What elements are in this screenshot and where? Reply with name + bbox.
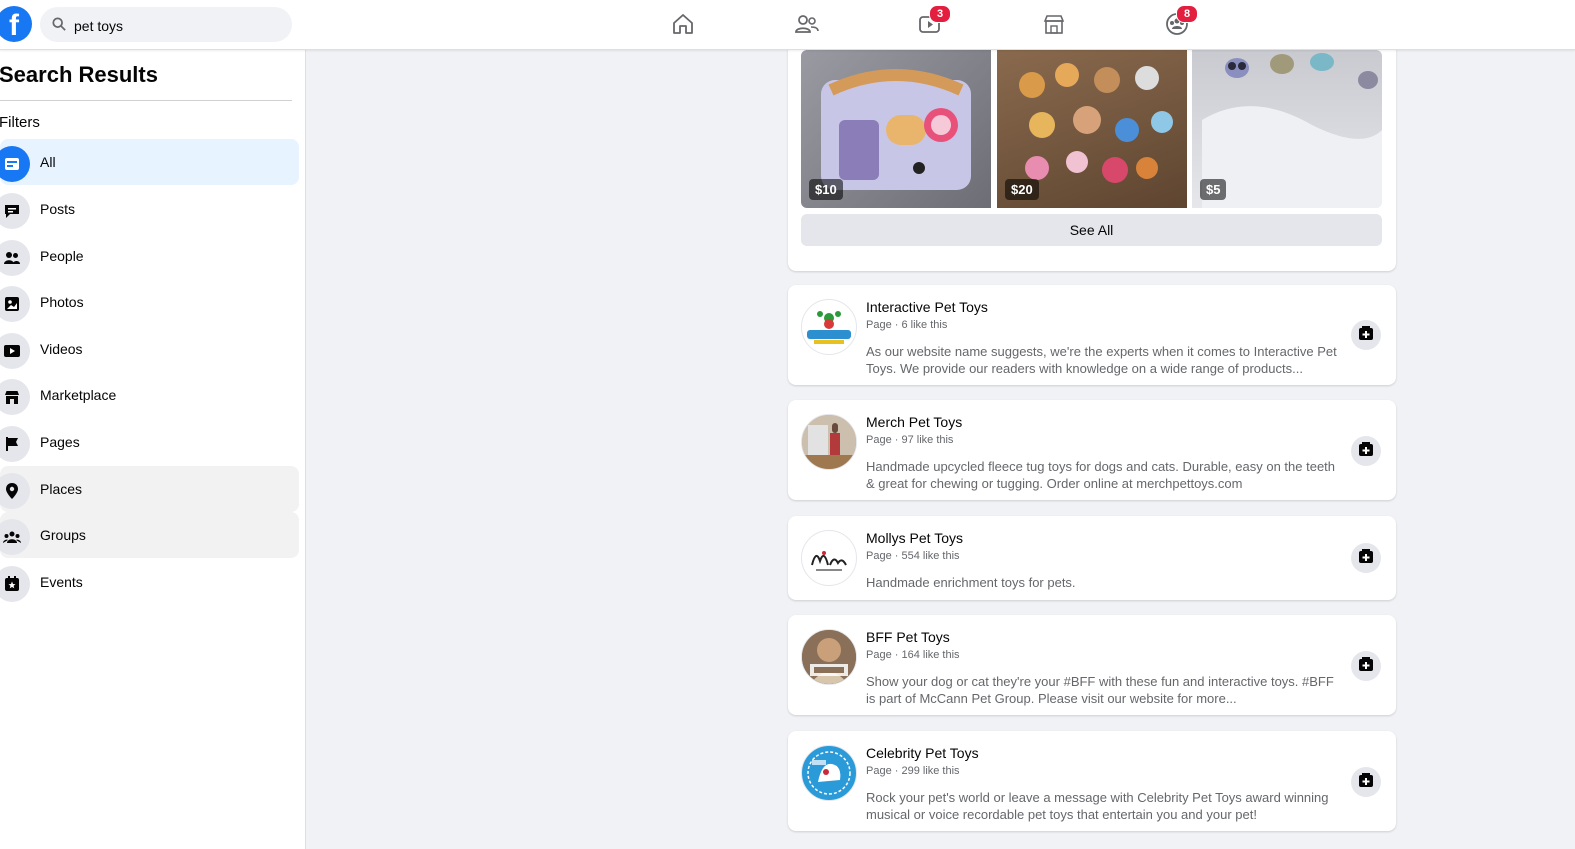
like-page-icon bbox=[1358, 548, 1374, 569]
see-all-button[interactable]: See All bbox=[801, 214, 1382, 246]
page-description: Handmade upcycled fleece tug toys for do… bbox=[866, 459, 1336, 491]
avatar[interactable] bbox=[801, 414, 857, 470]
filter-label: Events bbox=[40, 574, 83, 590]
top-navigation-bar: f 3 8 bbox=[0, 0, 1575, 50]
nav-home[interactable] bbox=[668, 9, 698, 39]
page-meta: Page · 97 like this bbox=[866, 434, 954, 446]
listing-price: $5 bbox=[1200, 179, 1227, 200]
filter-label: People bbox=[40, 248, 84, 264]
nav-marketplace[interactable] bbox=[1039, 9, 1069, 39]
videos-icon bbox=[0, 333, 30, 369]
like-page-icon bbox=[1358, 656, 1374, 677]
like-page-button[interactable] bbox=[1351, 320, 1381, 350]
page-description: Show your dog or cat they're your #BFF w… bbox=[866, 674, 1334, 706]
filter-videos[interactable]: Videos bbox=[0, 326, 299, 372]
page-name[interactable]: Merch Pet Toys bbox=[866, 414, 962, 430]
listing-price: $10 bbox=[809, 179, 843, 200]
search-filters-sidebar: Search Results Filters All Posts People … bbox=[0, 50, 306, 849]
celebrity-pet-toys-logo bbox=[803, 747, 855, 799]
bff-pet-toys-photo bbox=[802, 630, 856, 684]
like-page-icon bbox=[1358, 441, 1374, 462]
photos-icon bbox=[0, 286, 30, 322]
page-description: Handmade enrichment toys for pets. bbox=[866, 575, 1076, 590]
like-page-button[interactable] bbox=[1351, 767, 1381, 797]
page-result-card[interactable]: Celebrity Pet Toys Page · 299 like this … bbox=[788, 731, 1396, 831]
filter-pages[interactable]: Pages bbox=[0, 419, 299, 465]
like-page-button[interactable] bbox=[1351, 436, 1381, 466]
page-meta: Page · 554 like this bbox=[866, 550, 960, 562]
filter-label: Marketplace bbox=[40, 387, 117, 403]
search-box[interactable] bbox=[40, 7, 292, 44]
search-input[interactable] bbox=[72, 7, 286, 44]
avatar[interactable] bbox=[801, 745, 857, 801]
marketplace-results-card: $10 $20 $5 See All bbox=[788, 40, 1396, 271]
page-name[interactable]: BFF Pet Toys bbox=[866, 629, 950, 645]
avatar[interactable] bbox=[801, 530, 857, 586]
page-meta: Page · 6 like this bbox=[866, 319, 948, 331]
people-icon bbox=[0, 240, 30, 276]
page-name[interactable]: Celebrity Pet Toys bbox=[866, 745, 979, 761]
friends-icon bbox=[792, 12, 822, 36]
pages-icon bbox=[0, 426, 30, 462]
filter-marketplace[interactable]: Marketplace bbox=[0, 372, 299, 418]
store-icon bbox=[1039, 12, 1069, 36]
like-page-icon bbox=[1358, 325, 1374, 346]
filter-all[interactable]: All bbox=[0, 139, 299, 185]
nav-friends[interactable] bbox=[792, 9, 822, 39]
avatar[interactable] bbox=[801, 299, 857, 355]
marketplace-listing[interactable]: $10 bbox=[801, 50, 991, 208]
facebook-logo[interactable]: f bbox=[0, 6, 32, 42]
marketplace-icon bbox=[0, 379, 30, 415]
filter-label: Videos bbox=[40, 341, 83, 357]
listing-price: $20 bbox=[1005, 179, 1039, 200]
filter-label: Photos bbox=[40, 294, 84, 310]
mollys-pet-toys-logo bbox=[811, 551, 847, 571]
page-description: As our website name suggests, we're the … bbox=[866, 344, 1337, 376]
page-result-card[interactable]: Merch Pet Toys Page · 97 like this Handm… bbox=[788, 400, 1396, 500]
page-description: Rock your pet's world or leave a message… bbox=[866, 790, 1329, 822]
interactive-pet-toys-logo bbox=[807, 311, 851, 344]
nav-watch[interactable]: 3 bbox=[915, 5, 951, 39]
filter-label: Posts bbox=[40, 201, 76, 217]
filter-people[interactable]: People bbox=[0, 233, 299, 279]
posts-icon bbox=[0, 193, 30, 229]
watch-notification-badge: 3 bbox=[929, 5, 951, 23]
page-name[interactable]: Mollys Pet Toys bbox=[866, 530, 963, 546]
like-page-icon bbox=[1358, 772, 1374, 793]
filter-label: All bbox=[40, 154, 56, 170]
filter-label: Places bbox=[40, 481, 83, 497]
nav-groups[interactable]: 8 bbox=[1162, 5, 1198, 39]
filter-posts[interactable]: Posts bbox=[0, 186, 299, 232]
marketplace-listing[interactable]: $5 bbox=[1192, 50, 1382, 208]
home-icon bbox=[668, 12, 698, 36]
divider bbox=[0, 100, 292, 101]
all-icon bbox=[0, 146, 30, 182]
filter-groups[interactable]: Groups bbox=[0, 512, 299, 558]
avatar[interactable] bbox=[801, 629, 857, 685]
filter-events[interactable]: Events bbox=[0, 559, 299, 605]
marketplace-listing[interactable]: $20 bbox=[997, 50, 1187, 208]
page-name[interactable]: Interactive Pet Toys bbox=[866, 299, 988, 315]
groups-icon bbox=[0, 519, 30, 555]
filter-label: Pages bbox=[40, 434, 80, 450]
filters-heading: Filters bbox=[0, 114, 40, 131]
like-page-button[interactable] bbox=[1351, 651, 1381, 681]
merch-pet-toys-photo bbox=[802, 415, 856, 469]
page-result-card[interactable]: BFF Pet Toys Page · 164 like this Show y… bbox=[788, 615, 1396, 715]
page-result-card[interactable]: Interactive Pet Toys Page · 6 like this … bbox=[788, 285, 1396, 385]
like-page-button[interactable] bbox=[1351, 543, 1381, 573]
filter-places[interactable]: Places bbox=[0, 466, 299, 512]
filter-photos[interactable]: Photos bbox=[0, 279, 299, 325]
page-title: Search Results bbox=[0, 62, 158, 87]
search-icon bbox=[52, 17, 66, 36]
page-meta: Page · 299 like this bbox=[866, 765, 960, 777]
groups-notification-badge: 8 bbox=[1176, 5, 1198, 23]
page-meta: Page · 164 like this bbox=[866, 649, 960, 661]
events-icon bbox=[0, 566, 30, 602]
places-icon bbox=[0, 473, 30, 509]
page-result-card[interactable]: Mollys Pet Toys Page · 554 like this Han… bbox=[788, 516, 1396, 600]
filter-label: Groups bbox=[40, 527, 86, 543]
